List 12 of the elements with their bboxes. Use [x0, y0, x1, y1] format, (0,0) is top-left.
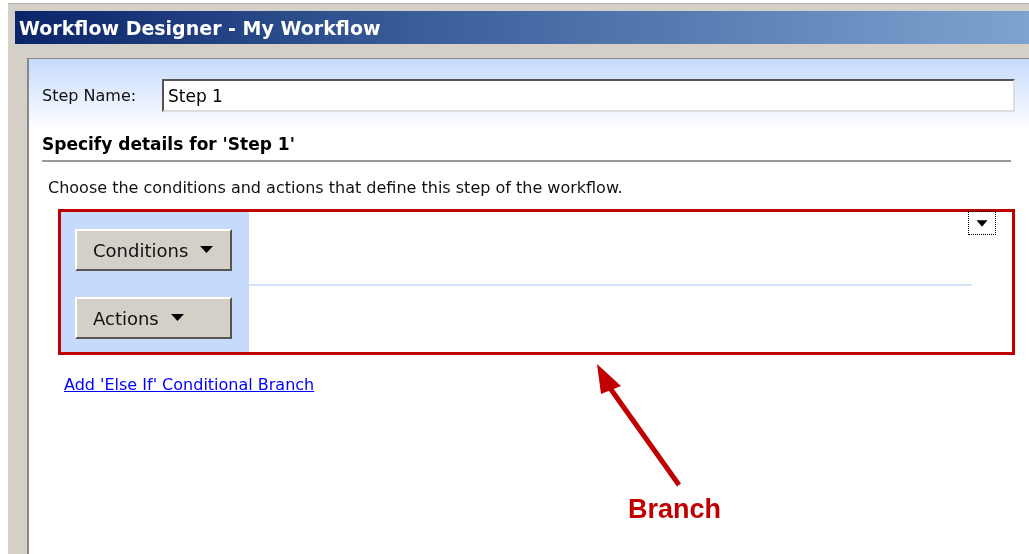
annotation-label: Branch [628, 494, 722, 525]
add-branch-link[interactable]: Add 'Else If' Conditional Branch [64, 375, 315, 394]
section-heading: Specify details for 'Step 1' [42, 134, 1011, 162]
dropdown-icon[interactable] [968, 211, 996, 235]
caret-icon [200, 246, 214, 254]
dropdown-button[interactable]: Actions [75, 297, 232, 339]
field-label: Step Name: [42, 86, 138, 105]
caret-icon [170, 314, 184, 322]
dropdown-button[interactable]: Conditions [75, 229, 232, 271]
step-name-field[interactable]: Step 1 [162, 79, 1015, 112]
description-text: Choose the conditions and actions that define this step of the workflow. [48, 178, 624, 197]
window-title: Workflow Designer - My Workflow [19, 16, 381, 39]
